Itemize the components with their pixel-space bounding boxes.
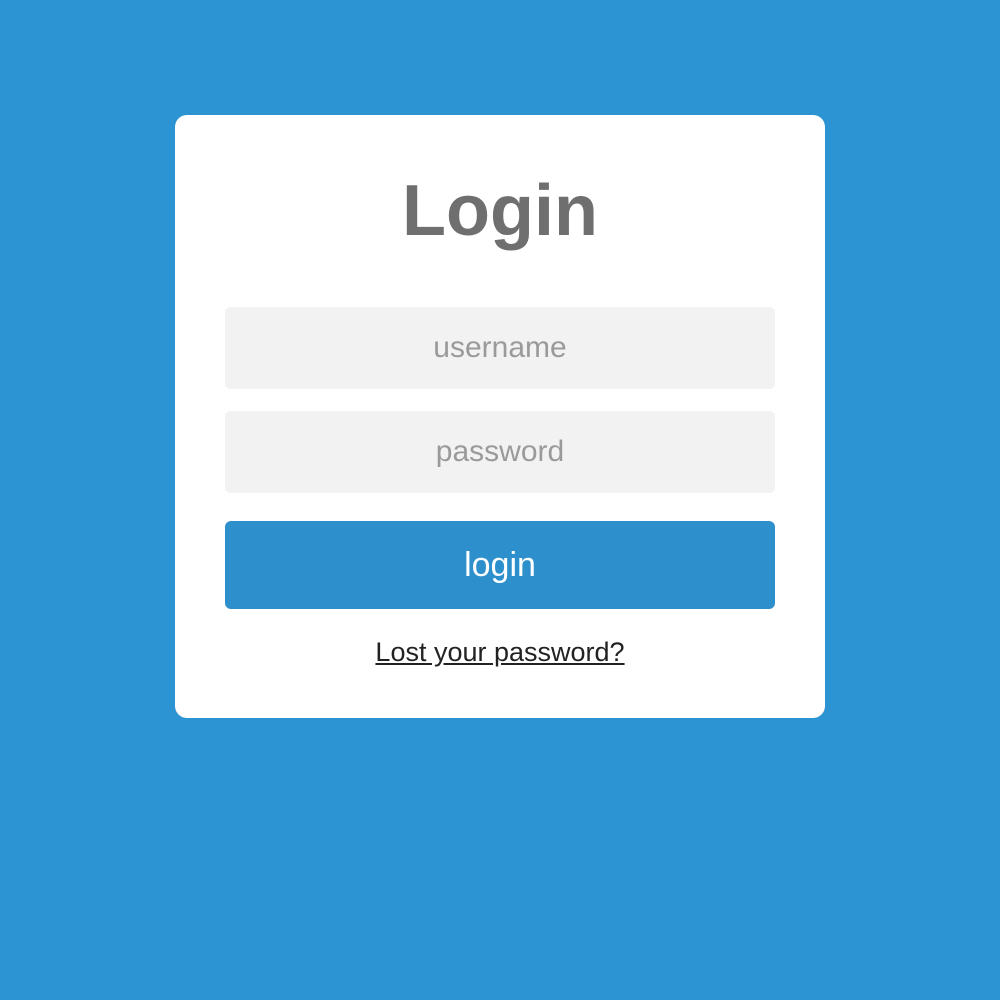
username-input[interactable] (225, 307, 775, 389)
login-title: Login (225, 170, 775, 252)
password-input[interactable] (225, 411, 775, 493)
login-card: Login login Lost your password? (175, 115, 825, 718)
login-button[interactable]: login (225, 521, 775, 609)
lost-password-link[interactable]: Lost your password? (225, 637, 775, 668)
